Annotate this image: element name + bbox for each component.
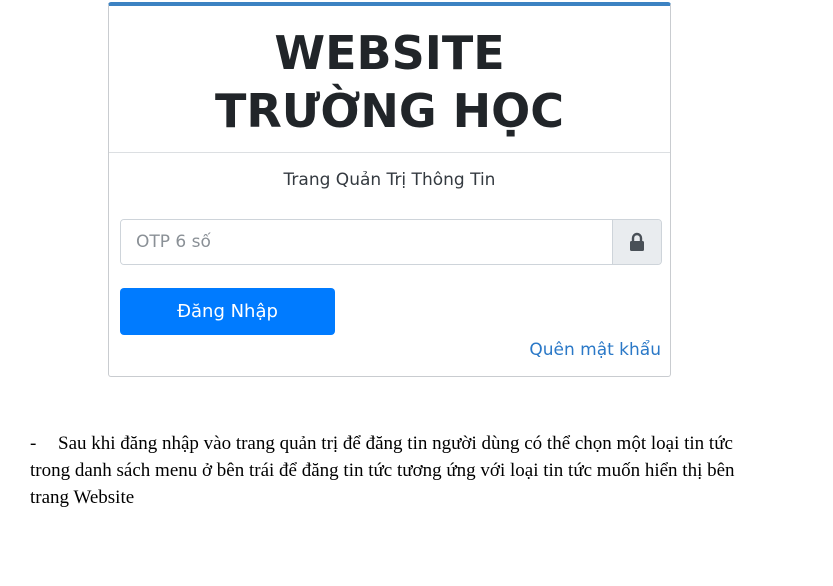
- lock-icon: [630, 232, 644, 251]
- site-title: WEBSITE TRƯỜNG HỌC: [109, 24, 670, 140]
- admin-subtitle: Trang Quản Trị Thông Tin: [283, 170, 496, 190]
- site-title-line1: WEBSITE: [274, 26, 505, 80]
- login-card: WEBSITE TRƯỜNG HỌC Trang Quản Trị Thông …: [108, 2, 671, 377]
- header-divider: [109, 152, 670, 153]
- document-paragraph: - Sau khi đăng nhập vào trang quản trị để…: [30, 430, 770, 511]
- login-button[interactable]: Đăng Nhập: [120, 288, 335, 335]
- site-title-line2: TRƯỜNG HỌC: [214, 84, 565, 138]
- bullet-dash: -: [30, 433, 37, 454]
- forgot-password-link[interactable]: Quên mật khẩu: [529, 340, 661, 360]
- otp-addon: [612, 220, 661, 264]
- otp-input-group: [120, 219, 662, 265]
- paragraph-text: Sau khi đăng nhập vào trang quản trị để …: [30, 433, 735, 508]
- otp-input[interactable]: [121, 220, 612, 264]
